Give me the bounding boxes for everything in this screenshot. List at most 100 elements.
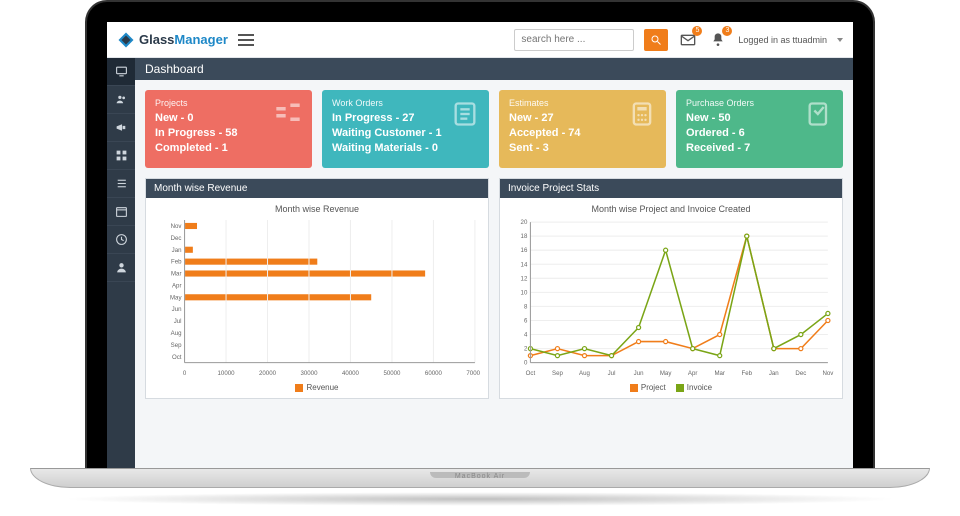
card-line: Waiting Customer - 1	[332, 126, 479, 141]
svg-text:Feb: Feb	[741, 370, 752, 377]
users-icon	[115, 93, 128, 106]
svg-text:40000: 40000	[342, 370, 360, 377]
search-input[interactable]	[514, 29, 634, 51]
svg-text:6: 6	[524, 318, 528, 325]
brand-logo[interactable]: GlassManager	[117, 31, 228, 49]
sidebar-item-person[interactable]	[107, 254, 135, 282]
monitor-icon	[115, 65, 128, 78]
invoice-panel: Invoice Project Stats Month wise Project…	[499, 178, 843, 399]
svg-text:Jul: Jul	[174, 318, 182, 325]
svg-text:Oct: Oct	[172, 354, 182, 361]
svg-text:Dec: Dec	[171, 235, 182, 242]
search-icon	[650, 34, 662, 46]
mail-button[interactable]: 5	[678, 30, 698, 50]
svg-text:Apr: Apr	[688, 370, 698, 377]
svg-text:70000: 70000	[466, 370, 480, 377]
summary-card-workorders[interactable]: Work OrdersIn Progress - 27Waiting Custo…	[322, 90, 489, 168]
invoice-chart-title: Month wise Project and Invoice Created	[508, 204, 834, 214]
revenue-panel-header: Month wise Revenue	[146, 179, 488, 198]
sidebar-item-monitor[interactable]	[107, 58, 135, 86]
sidebar-item-list[interactable]	[107, 170, 135, 198]
svg-text:8: 8	[524, 303, 528, 310]
sidebar-item-grid[interactable]	[107, 142, 135, 170]
svg-text:50000: 50000	[383, 370, 401, 377]
list-icon	[115, 177, 128, 190]
svg-text:30000: 30000	[300, 370, 318, 377]
page-title: Dashboard	[135, 58, 853, 80]
card-line: In Progress - 58	[155, 126, 302, 141]
svg-text:12: 12	[521, 275, 528, 282]
card-line: Sent - 3	[509, 141, 656, 156]
svg-text:2: 2	[524, 346, 528, 353]
mail-badge: 5	[692, 26, 702, 36]
svg-text:Aug: Aug	[171, 330, 182, 337]
svg-text:18: 18	[521, 233, 528, 240]
svg-text:Feb: Feb	[171, 259, 182, 266]
svg-text:60000: 60000	[425, 370, 443, 377]
revenue-panel: Month wise Revenue Month wise Revenue No…	[145, 178, 489, 399]
sidebar-item-clock[interactable]	[107, 226, 135, 254]
user-menu-caret-icon[interactable]	[837, 38, 843, 42]
clock-icon	[115, 233, 128, 246]
search-button[interactable]	[644, 29, 668, 51]
svg-text:0: 0	[183, 370, 187, 377]
estimates-icon	[628, 100, 656, 128]
svg-text:Oct: Oct	[526, 370, 536, 377]
person-icon	[115, 261, 128, 274]
svg-text:Jan: Jan	[172, 247, 182, 254]
menu-toggle-icon[interactable]	[238, 34, 254, 46]
app-header: GlassManager 5 3 Logged in as ttuadmin	[107, 22, 853, 58]
card-line: Received - 7	[686, 141, 833, 156]
revenue-chart-title: Month wise Revenue	[154, 204, 480, 214]
svg-text:May: May	[170, 294, 182, 301]
login-status: Logged in as ttuadmin	[738, 35, 827, 45]
svg-text:16: 16	[521, 247, 528, 254]
svg-text:Nov: Nov	[171, 223, 183, 230]
svg-text:0: 0	[524, 360, 528, 367]
revenue-chart: NovDecJanFebMarAprMayJunJulAugSepOct0100…	[154, 218, 480, 381]
laptop-brand: MacBook Air	[455, 473, 505, 480]
grid-icon	[115, 149, 128, 162]
svg-text:Jan: Jan	[769, 370, 779, 377]
calendar-icon	[115, 205, 128, 218]
sidebar-item-calendar[interactable]	[107, 198, 135, 226]
purchaseorders-icon	[805, 100, 833, 128]
svg-text:20000: 20000	[259, 370, 277, 377]
svg-text:Sep: Sep	[552, 370, 563, 377]
brand-text-1: Glass	[139, 32, 174, 47]
sidebar	[107, 58, 135, 470]
summary-card-purchaseorders[interactable]: Purchase OrdersNew - 50Ordered - 6Receiv…	[676, 90, 843, 168]
summary-card-estimates[interactable]: EstimatesNew - 27Accepted - 74Sent - 3	[499, 90, 666, 168]
svg-text:Nov: Nov	[822, 370, 834, 377]
invoice-chart: 02468101214161820OctSepAugJulJunMayAprMa…	[508, 218, 834, 381]
invoice-panel-header: Invoice Project Stats	[500, 179, 842, 198]
svg-text:Jun: Jun	[634, 370, 644, 377]
card-line: Completed - 1	[155, 141, 302, 156]
summary-card-projects[interactable]: ProjectsNew - 0In Progress - 58Completed…	[145, 90, 312, 168]
card-line: Ordered - 6	[686, 126, 833, 141]
svg-text:May: May	[660, 370, 672, 377]
svg-text:Apr: Apr	[172, 282, 182, 289]
svg-text:Aug: Aug	[579, 370, 590, 377]
projects-icon	[274, 100, 302, 128]
notifications-badge: 3	[722, 26, 732, 36]
card-line: Waiting Materials - 0	[332, 141, 479, 156]
invoice-legend: ProjectInvoice	[508, 383, 834, 394]
workorders-icon	[451, 100, 479, 128]
svg-text:20: 20	[521, 219, 528, 226]
svg-text:4: 4	[524, 332, 528, 339]
svg-text:Mar: Mar	[714, 370, 725, 377]
svg-text:Jul: Jul	[608, 370, 616, 377]
brand-text-2: Manager	[174, 32, 227, 47]
sidebar-item-users[interactable]	[107, 86, 135, 114]
svg-text:Sep: Sep	[171, 342, 182, 349]
megaphone-icon	[115, 121, 128, 134]
svg-text:14: 14	[521, 261, 528, 268]
svg-text:Jun: Jun	[172, 306, 182, 313]
revenue-legend: Revenue	[154, 383, 480, 394]
svg-text:Mar: Mar	[171, 271, 182, 278]
sidebar-item-megaphone[interactable]	[107, 114, 135, 142]
notifications-button[interactable]: 3	[708, 30, 728, 50]
card-line: Accepted - 74	[509, 126, 656, 141]
brand-logo-icon	[117, 31, 135, 49]
